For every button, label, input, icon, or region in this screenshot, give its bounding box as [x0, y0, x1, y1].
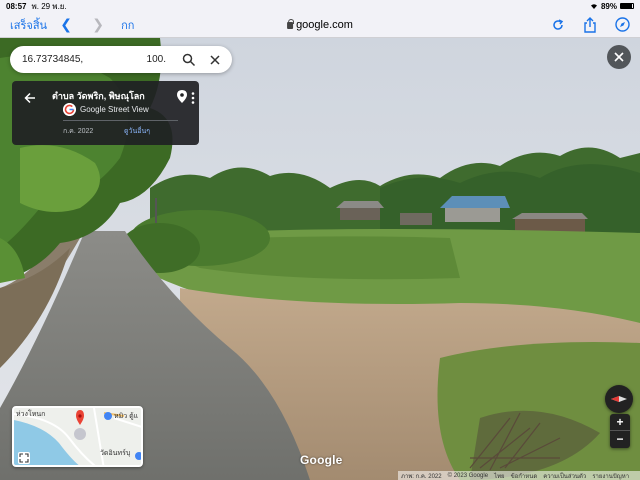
- done-button[interactable]: เสร็จสิ้น: [10, 16, 47, 34]
- search-icon[interactable]: [182, 53, 196, 67]
- copyright-text: © 2023 Google: [447, 472, 489, 479]
- report-problem-link[interactable]: รายงานปัญหา: [592, 471, 629, 480]
- back-arrow-icon[interactable]: [23, 91, 37, 105]
- zoom-in-button[interactable]: +: [610, 414, 630, 431]
- battery-icon: [620, 3, 634, 9]
- search-input-lat[interactable]: 16.73734845,: [22, 54, 83, 65]
- see-more-dates-link[interactable]: ดูวันอื่นๆ: [124, 126, 150, 137]
- map-pin-icon[interactable]: [177, 90, 187, 103]
- address-bar[interactable]: google.com: [287, 19, 353, 31]
- close-icon: [614, 52, 624, 62]
- compass-button[interactable]: [605, 385, 633, 413]
- privacy-link[interactable]: ความเป็นส่วนตัว: [543, 471, 586, 480]
- google-watermark: Google: [300, 453, 343, 467]
- browser-toolbar: เสร็จสิ้น ❮ ❯ กก google.com: [0, 12, 640, 38]
- imagery-source: Google Street View: [80, 105, 149, 114]
- status-time: 08:57: [6, 1, 27, 11]
- expand-map-button[interactable]: [18, 452, 30, 464]
- capture-date: ก.ค. 2022: [63, 128, 94, 135]
- language-link[interactable]: ไทย: [494, 471, 505, 480]
- lock-icon: [287, 19, 295, 29]
- clear-search-icon[interactable]: [208, 53, 222, 67]
- forward-arrow-icon[interactable]: ❯: [91, 16, 105, 33]
- minimap-label-place-b: หมิว ตู้แ: [114, 413, 139, 420]
- attribution-bar: ภาพ: ก.ค. 2022 © 2023 Google ไทย ข้อกำหน…: [398, 471, 640, 480]
- imagery-date-text: ภาพ: ก.ค. 2022: [401, 473, 442, 480]
- zoom-out-button[interactable]: −: [610, 431, 630, 448]
- card-divider: [63, 120, 178, 121]
- street-view-panorama[interactable]: 16.73734845, 100. ตำบล วัดพริก, พิษณุโลก…: [0, 38, 640, 480]
- status-date: พ. 29 พ.ย.: [31, 1, 67, 11]
- zoom-control: + −: [610, 414, 630, 448]
- search-box[interactable]: 16.73734845, 100.: [10, 46, 232, 73]
- terms-link[interactable]: ข้อกำหนด: [511, 471, 538, 480]
- minimap[interactable]: ห่วงโหนก หมิว ตู้แ วัดอินทร์บุ: [12, 406, 143, 467]
- minimap-label-place-c: วัดอินทร์บุ: [100, 450, 131, 457]
- wifi-icon: [590, 4, 597, 9]
- compass-needle-icon: [611, 396, 627, 402]
- url-text: google.com: [296, 18, 353, 31]
- location-info-card: ตำบล วัดพริก, พิษณุโลก Google Street Vie…: [12, 81, 199, 145]
- status-bar: 08:57 พ. 29 พ.ย. 89%: [0, 0, 640, 12]
- reader-text-button[interactable]: กก: [121, 16, 134, 34]
- more-options-icon[interactable]: [190, 91, 196, 105]
- close-street-view-button[interactable]: [607, 45, 631, 69]
- compass-icon[interactable]: [614, 17, 630, 33]
- back-arrow-icon[interactable]: ❮: [59, 16, 73, 33]
- search-input-lng[interactable]: 100.: [147, 54, 166, 65]
- minimap-label-place-a: ห่วงโหนก: [16, 411, 46, 418]
- share-icon[interactable]: [582, 16, 598, 33]
- battery-percent: 89%: [600, 1, 617, 11]
- expand-icon: [19, 453, 29, 463]
- google-g-logo-icon: [63, 103, 76, 116]
- reload-icon[interactable]: [550, 17, 566, 33]
- location-title: ตำบล วัดพริก, พิษณุโลก: [52, 91, 145, 101]
